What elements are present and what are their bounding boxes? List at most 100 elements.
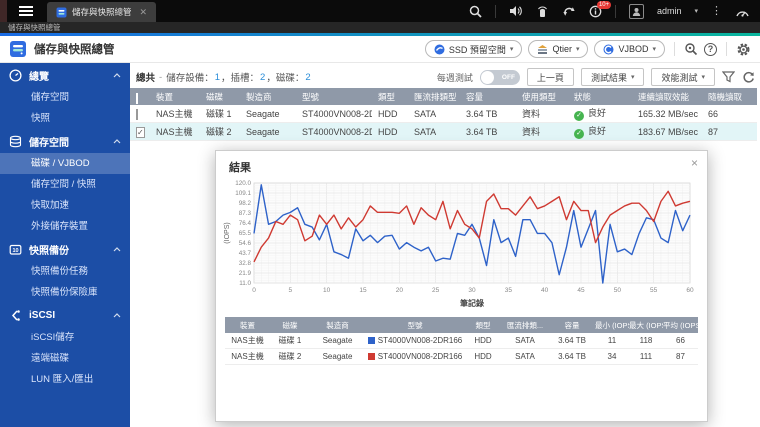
- help-icon[interactable]: ?: [704, 42, 717, 56]
- column-header: 容量: [564, 320, 580, 330]
- sidebar-section-0[interactable]: 總覽: [0, 63, 130, 87]
- svg-text:32.8: 32.8: [239, 260, 252, 267]
- search-icon[interactable]: [469, 5, 482, 18]
- sidebar-item[interactable]: 快取加速: [0, 195, 130, 216]
- column-header[interactable]: 製造商: [240, 91, 296, 103]
- app-tab[interactable]: 儲存與快照總管 ✕: [47, 2, 157, 22]
- status-ok-icon: ✓: [574, 111, 584, 121]
- performance-test-button[interactable]: 效能測試 ▾: [651, 68, 715, 86]
- summary-device-count: 1: [214, 71, 220, 83]
- table-cell: 磁碟 2: [206, 127, 232, 137]
- table-cell: ✓ 良好: [568, 106, 632, 121]
- table-cell: HDD: [474, 336, 492, 345]
- table-cell: 資料: [522, 127, 541, 137]
- sidebar-item[interactable]: 快照: [0, 108, 130, 129]
- sidebar-item[interactable]: 快照備份保險庫: [0, 282, 130, 303]
- sidebar-section-1[interactable]: 儲存空間: [0, 129, 130, 153]
- weekly-test-toggle[interactable]: OFF: [479, 69, 520, 85]
- column-header[interactable]: 磁碟: [200, 91, 240, 103]
- column-header: 匯流排類...: [506, 320, 544, 330]
- sidebar-item[interactable]: 快照備份任務: [0, 261, 130, 282]
- gauge-icon: [9, 68, 22, 82]
- qtier-label: Qtier: [552, 44, 572, 54]
- user-menu[interactable]: admin: [657, 6, 682, 16]
- column-header[interactable]: 匯流排類型: [408, 91, 460, 103]
- taskbar: 儲存與快照總管 ✕ 10+ admin ▾ ⋮: [0, 0, 760, 22]
- table-cell: NAS主機: [231, 352, 264, 361]
- table-cell: Seagate: [246, 126, 280, 137]
- chevron-down-icon: ▾: [701, 74, 705, 81]
- table-cell: 磁碟 2: [278, 352, 302, 361]
- iscsi-icon: [9, 309, 22, 322]
- column-header[interactable]: 容量: [460, 91, 516, 103]
- select-all-checkbox[interactable]: [136, 92, 138, 104]
- sidebar-item[interactable]: LUN 匯入/匯出: [0, 369, 130, 390]
- global-settings-search-icon[interactable]: [684, 42, 698, 56]
- table-cell: SATA: [414, 108, 437, 119]
- series-color-swatch: [367, 353, 375, 360]
- column-header[interactable]: 類型: [372, 91, 408, 103]
- refresh-icon[interactable]: [742, 71, 755, 84]
- table-cell: 磁碟 1: [206, 109, 232, 119]
- row-checkbox[interactable]: [136, 108, 138, 120]
- modal-close-icon[interactable]: ×: [691, 156, 698, 170]
- svg-text:30: 30: [468, 287, 476, 294]
- sidebar-item[interactable]: 磁碟 / VJBOD: [0, 153, 130, 174]
- svg-text:5: 5: [289, 287, 293, 294]
- previous-page-button[interactable]: 上一頁: [526, 68, 574, 86]
- table-row[interactable]: ✓ NAS主機 磁碟 2 Seagate ST4000VN008-2DR1... HDD S…: [130, 123, 757, 141]
- sidebar-item[interactable]: iSCSI儲存: [0, 327, 130, 348]
- column-header[interactable]: 型號: [296, 91, 372, 103]
- main-menu-icon[interactable]: [19, 10, 33, 12]
- gear-icon[interactable]: [736, 42, 751, 57]
- background-tasks-icon[interactable]: [562, 5, 576, 18]
- column-header[interactable]: 使用類型: [516, 91, 568, 103]
- column-header[interactable]: 隨機讀取: [702, 91, 757, 103]
- page-title: 儲存與快照總管: [34, 44, 115, 56]
- table-cell: 111: [639, 352, 653, 361]
- table-cell: NAS主機: [156, 127, 193, 137]
- more-options-icon[interactable]: ⋮: [711, 5, 722, 17]
- filter-icon[interactable]: [722, 71, 735, 83]
- table-cell: ST4000VN008-2DR166: [365, 336, 465, 345]
- table-cell: SATA: [515, 336, 535, 345]
- avatar[interactable]: [628, 3, 644, 19]
- tab-close-icon[interactable]: ✕: [140, 7, 148, 17]
- table-cell: 183.67 MB/sec: [638, 126, 699, 137]
- table-row[interactable]: NAS主機 磁碟 1 Seagate ST4000VN008-2DR1... HDD SA…: [130, 105, 757, 123]
- ssd-profiling-button[interactable]: SSD 預留空間 ▾: [424, 40, 523, 58]
- table-cell: ST4000VN008-2DR1...: [302, 126, 372, 137]
- column-header[interactable]: 狀態: [568, 91, 632, 103]
- table-cell: ST4000VN008-2DR166: [365, 352, 465, 361]
- sidebar-section-3[interactable]: iSCSI: [0, 303, 130, 327]
- qtier-button[interactable]: Qtier ▾: [528, 40, 589, 58]
- table-cell: 磁碟 1: [278, 336, 302, 345]
- svg-text:45: 45: [577, 287, 585, 294]
- svg-text:0: 0: [252, 287, 256, 294]
- external-device-icon[interactable]: [536, 5, 549, 18]
- chevron-up-icon[interactable]: [113, 312, 121, 318]
- sidebar-section-2[interactable]: 10 快照備份: [0, 237, 130, 261]
- table-cell: SATA: [414, 126, 437, 137]
- dashboard-icon[interactable]: [735, 5, 750, 18]
- table-cell: HDD: [474, 352, 492, 361]
- column-header[interactable]: 連續讀取效能: [632, 91, 702, 103]
- chevron-up-icon[interactable]: [113, 72, 121, 78]
- vjbod-button[interactable]: VJBOD ▾: [594, 40, 665, 58]
- chevron-up-icon[interactable]: [113, 138, 121, 144]
- table-cell: 165.32 MB/sec: [638, 108, 699, 119]
- chevron-up-icon[interactable]: [113, 246, 121, 252]
- chevron-down-icon: ▾: [509, 46, 514, 53]
- sidebar-item[interactable]: 外接儲存裝置: [0, 216, 130, 237]
- sidebar-item[interactable]: 儲存空間: [0, 87, 130, 108]
- notifications-icon[interactable]: 10+: [589, 0, 612, 18]
- row-checkbox[interactable]: ✓: [136, 126, 145, 138]
- svg-text:(IOPS): (IOPS): [224, 222, 231, 243]
- volume-icon[interactable]: [509, 5, 523, 17]
- summary-disk-label: ，磁碟：: [266, 73, 305, 84]
- sidebar-item[interactable]: 遠端磁碟: [0, 348, 130, 369]
- sidebar-item[interactable]: 儲存空間 / 快照: [0, 174, 130, 195]
- test-result-button[interactable]: 測試結果 ▾: [580, 68, 645, 86]
- column-header[interactable]: 裝置: [150, 91, 200, 103]
- svg-text:10: 10: [12, 248, 18, 254]
